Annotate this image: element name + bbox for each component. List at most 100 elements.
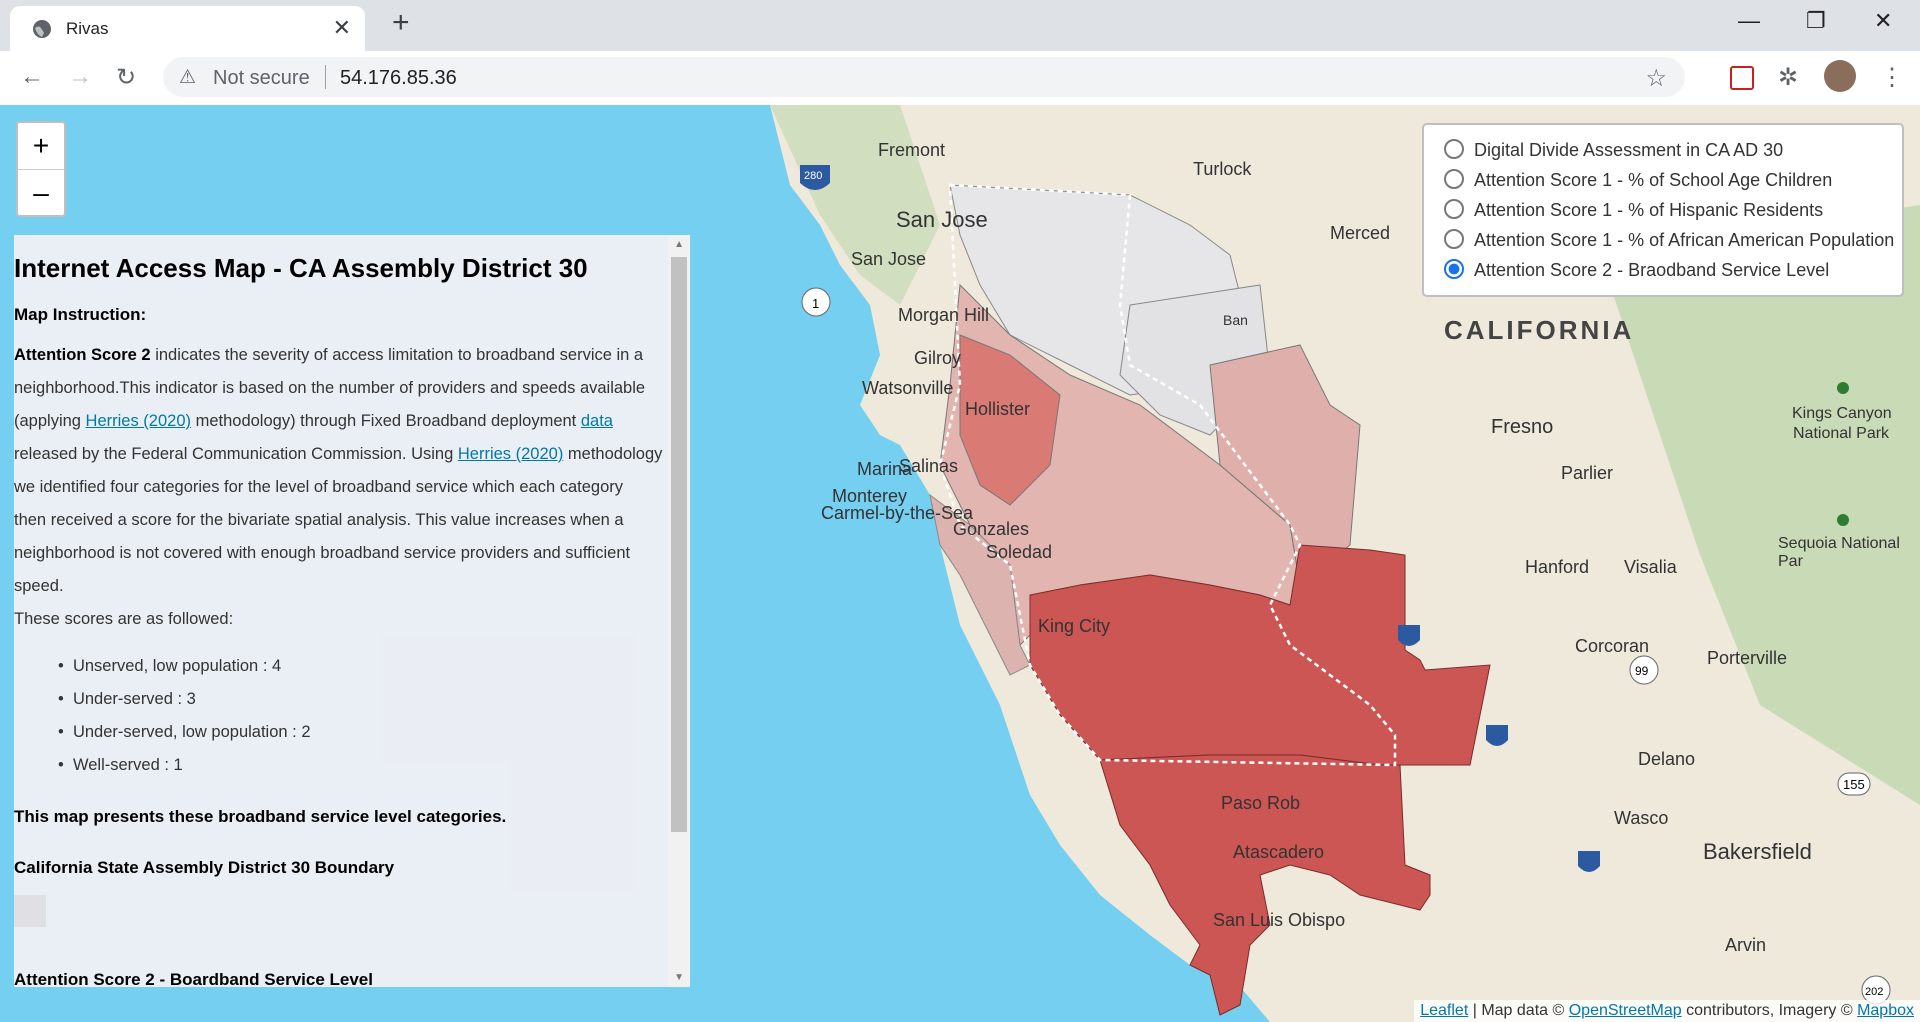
radio-button[interactable] bbox=[1444, 139, 1464, 159]
attribution-text: | Map data © bbox=[1468, 1002, 1569, 1019]
map-label-paso-robles: Paso Rob bbox=[1221, 793, 1301, 813]
instruction-text: methodology) through Fixed Broadband dep… bbox=[191, 412, 581, 430]
map-label-gilroy: Gilroy bbox=[914, 348, 962, 368]
map-label-parlier: Parlier bbox=[1561, 463, 1614, 483]
address-bar[interactable]: ⚠ Not secure 54.176.85.36 ☆ bbox=[163, 57, 1685, 97]
reload-icon[interactable]: ↻ bbox=[116, 63, 136, 92]
avatar[interactable] bbox=[1824, 60, 1856, 92]
instruction-line-7: neighborhood is not covered with enough … bbox=[14, 544, 631, 562]
map-instruction-heading: Map Instruction: bbox=[14, 305, 147, 324]
scroll-up-icon[interactable]: ▲ bbox=[674, 239, 684, 250]
svg-text:1: 1 bbox=[812, 296, 819, 311]
warning-icon: ⚠ bbox=[179, 67, 197, 88]
info-panel[interactable]: Internet Access Map - CA Assembly Distri… bbox=[14, 235, 690, 987]
url-text: 54.176.85.36 bbox=[340, 67, 457, 89]
map-label-morgan-hill: Morgan Hill bbox=[898, 305, 990, 325]
zoom-out-button[interactable]: – bbox=[18, 170, 64, 216]
leaflet-link[interactable]: Leaflet bbox=[1420, 1002, 1468, 1019]
score-item: • Under-served, low population : 2 bbox=[58, 723, 311, 741]
browser-tab[interactable]: Rivas ✕ bbox=[10, 6, 365, 51]
radio-button[interactable] bbox=[1444, 229, 1464, 249]
radio-button[interactable] bbox=[1444, 169, 1464, 189]
layer-option[interactable]: Attention Score 1 - % of Hispanic Reside… bbox=[1444, 199, 1823, 221]
layer-option[interactable]: Digital Divide Assessment in CA AD 30 bbox=[1444, 139, 1783, 161]
back-icon[interactable]: ← bbox=[20, 63, 44, 91]
security-label: Not secure bbox=[213, 67, 310, 89]
map-label-fresno: Fresno bbox=[1491, 416, 1554, 438]
map-label-salinas: Salinas bbox=[899, 456, 959, 476]
map-label-kings-canyon: Kings Canyon bbox=[1792, 405, 1892, 422]
radio-button-selected[interactable] bbox=[1444, 259, 1464, 279]
map-label-san-luis-obispo: San Luis Obispo bbox=[1213, 910, 1346, 930]
map-label-watsonville: Watsonville bbox=[862, 378, 954, 398]
score-label: Under-served, low population : 2 bbox=[72, 723, 311, 741]
map-label-turlock: Turlock bbox=[1193, 159, 1252, 179]
herries-link[interactable]: Herries (2020) bbox=[86, 412, 191, 430]
scrollbar-thumb[interactable] bbox=[671, 257, 687, 832]
info-title: Internet Access Map - CA Assembly Distri… bbox=[14, 253, 588, 283]
layer-option[interactable]: Attention Score 1 - % of African America… bbox=[1444, 229, 1894, 251]
instruction-text: methodology bbox=[563, 445, 663, 463]
scroll-down-icon[interactable]: ▼ bbox=[674, 972, 684, 983]
minimize-icon[interactable]: — bbox=[1738, 8, 1760, 34]
kebab-menu-icon[interactable]: ⋮ bbox=[1880, 63, 1904, 92]
map-label-soledad: Soledad bbox=[986, 542, 1053, 562]
instruction-text: indicates the severity of access limitat… bbox=[150, 346, 644, 364]
svg-text:280: 280 bbox=[804, 170, 822, 182]
map-label-fremont: Fremont bbox=[878, 140, 946, 160]
instruction-line-3: (applying Herries (2020) methodology) th… bbox=[14, 412, 613, 431]
extension-icon[interactable] bbox=[1730, 66, 1754, 90]
radio-button[interactable] bbox=[1444, 199, 1464, 219]
zoom-control: + – bbox=[16, 121, 66, 217]
map-label-bakersfield: Bakersfield bbox=[1703, 839, 1812, 864]
map-label-porterville: Porterville bbox=[1707, 648, 1788, 668]
map-label-sequoia: Sequoia National Par bbox=[1778, 535, 1900, 570]
map-label-san-jose-big: San Jose bbox=[896, 207, 988, 232]
instruction-line-4: released by the Federal Communication Co… bbox=[14, 445, 662, 464]
map-canvas[interactable]: 1 99 155 280 202 Fremont San Jose San Jo… bbox=[0, 105, 1920, 1022]
herries-link-2[interactable]: Herries (2020) bbox=[458, 445, 563, 463]
layer-label: Attention Score 1 - % of Hispanic Reside… bbox=[1474, 200, 1824, 220]
score-item: • Well-served : 1 bbox=[58, 756, 183, 774]
bookmark-star-icon[interactable]: ☆ bbox=[1645, 64, 1667, 93]
map-label-arvin: Arvin bbox=[1725, 935, 1767, 955]
instruction-line-6: then received a score for the bivariate … bbox=[14, 511, 624, 529]
window-close-icon[interactable]: ✕ bbox=[1874, 8, 1892, 34]
map-attribution: Leaflet | Map data © OpenStreetMap contr… bbox=[1414, 1000, 1920, 1022]
puzzle-icon[interactable]: ✲ bbox=[1778, 63, 1798, 92]
map-label-carmel: Carmel-by-the-Sea bbox=[821, 503, 974, 523]
globe-icon bbox=[33, 20, 51, 38]
attention-score-heading: Attention Score 2 - Boardband Service Le… bbox=[14, 970, 373, 987]
map-label-hollister: Hollister bbox=[965, 399, 1031, 419]
zoom-in-button[interactable]: + bbox=[18, 123, 64, 170]
map-label-ban: Ban bbox=[1223, 312, 1248, 328]
forward-icon[interactable]: → bbox=[68, 63, 92, 91]
score-label: Unserved, low population : 4 bbox=[72, 657, 282, 675]
instruction-line-5: we identified four categories for the le… bbox=[14, 478, 624, 496]
data-link[interactable]: data bbox=[581, 412, 613, 430]
map-label-visalia: Visalia bbox=[1624, 557, 1677, 577]
map-label-gonzales: Gonzales bbox=[953, 519, 1030, 539]
instruction-line-1: Attention Score 2 indicates the severity… bbox=[14, 346, 643, 365]
svg-text:99: 99 bbox=[1635, 664, 1649, 678]
map-label-delano: Delano bbox=[1638, 749, 1696, 769]
new-tab-button[interactable]: + bbox=[392, 8, 410, 38]
tab-title: Rivas bbox=[66, 19, 109, 38]
svg-text:202: 202 bbox=[1865, 986, 1883, 998]
map-label-merced: Merced bbox=[1330, 223, 1391, 243]
layer-option[interactable]: Attention Score 1 - % of School Age Chil… bbox=[1444, 169, 1832, 191]
attribution-text: contributors, Imagery © bbox=[1681, 1002, 1858, 1019]
map-label-california: CALIFORNIA bbox=[1444, 315, 1635, 345]
restore-icon[interactable]: ❐ bbox=[1806, 8, 1826, 34]
osm-link[interactable]: OpenStreetMap bbox=[1569, 1002, 1682, 1019]
score-label: Well-served : 1 bbox=[72, 756, 183, 774]
mapbox-link[interactable]: Mapbox bbox=[1857, 1002, 1914, 1019]
instruction-text: (applying bbox=[14, 412, 86, 430]
info-scrollbar[interactable]: ▲ ▼ bbox=[668, 235, 690, 987]
scores-intro: These scores are as followed: bbox=[14, 610, 234, 628]
layer-option-selected[interactable]: Attention Score 2 - Braodband Service Le… bbox=[1444, 259, 1829, 281]
tab-close-icon[interactable]: ✕ bbox=[333, 15, 351, 41]
browser-tab-strip: Rivas ✕ + — ❐ ✕ bbox=[0, 0, 1920, 51]
map-label-hanford: Hanford bbox=[1525, 557, 1590, 577]
map-label-corcoran: Corcoran bbox=[1575, 636, 1650, 656]
